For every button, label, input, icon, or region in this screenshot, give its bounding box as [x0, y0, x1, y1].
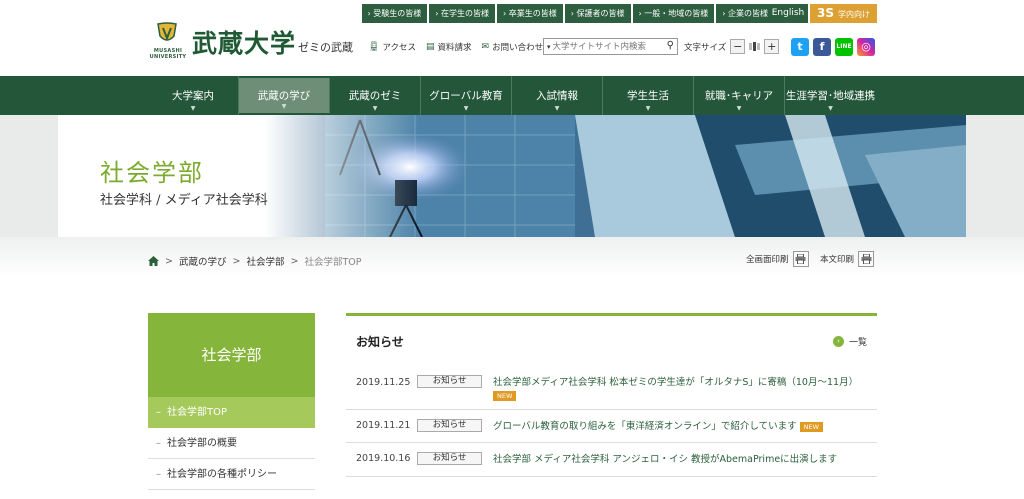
contact-link[interactable]: ✉ お問い合わせ [482, 41, 544, 53]
new-badge: NEW [493, 390, 517, 401]
news-category: お知らせ [417, 375, 482, 388]
facebook-icon[interactable]: f [813, 38, 831, 56]
news-date: 2019.11.25 [356, 377, 411, 388]
audience-link-public[interactable]: › 一般・地域の皆様 [632, 4, 715, 23]
home-icon[interactable] [148, 256, 159, 266]
chevron-down-icon: ▼ [372, 105, 378, 112]
news-item: 2019.10.16 お知らせ 社会学部 メディア社会学科 アンジェロ・イシ 教… [346, 443, 877, 477]
news-item: 2019.11.21 お知らせ グローバル教育の取り組みを「東洋経済オンライン」… [346, 410, 877, 443]
gnav-item-admissions[interactable]: 入試情報 ▼ [512, 76, 603, 115]
gnav-item-seminars[interactable]: 武蔵のゼミ ▼ [330, 76, 421, 115]
breadcrumb-separator: > [232, 255, 241, 267]
news-category: お知らせ [417, 419, 482, 432]
site-search: ▾ ⚲ [543, 38, 678, 55]
page-hero: 社会学部 社会学科 / メディア社会学科 [0, 115, 1024, 237]
train-icon: 🚆︎ [368, 42, 380, 52]
breadcrumb-separator: > [165, 255, 173, 267]
news-link[interactable]: 社会学部メディア社会学科 松本ゼミの学生達が「オルタナS」に寄稿（10月～11月… [493, 376, 868, 402]
news-link[interactable]: グローバル教育の取り組みを「東洋経済オンライン」で紹介しています NEW [493, 420, 868, 433]
page-subtitle: 社会学科 / メディア社会学科 [100, 193, 268, 208]
document-icon: ▤ [426, 42, 435, 52]
gnav-item-lifelong[interactable]: 生涯学習･地域連携 ▼ [785, 76, 876, 115]
news-more-link[interactable]: › 一覧 [832, 335, 867, 348]
search-icon[interactable]: ⚲ [667, 40, 674, 51]
gnav-item-student-life[interactable]: 学生生活 ▼ [603, 76, 694, 115]
news-heading: お知らせ [356, 335, 404, 349]
breadcrumb-current: 社会学部TOP [304, 257, 362, 268]
side-menu-title: 社会学部 [148, 313, 315, 397]
chevron-down-icon: ▼ [281, 103, 287, 110]
search-scope-dropdown[interactable]: ▾ [544, 43, 553, 51]
print-full-button[interactable]: 全画面印刷 [746, 251, 809, 267]
chevron-down-icon: ▼ [463, 105, 469, 112]
news-date: 2019.11.21 [356, 420, 411, 431]
breadcrumb-separator: > [290, 255, 299, 267]
access-link[interactable]: 🚆︎ アクセス [368, 41, 416, 53]
news-link[interactable]: 社会学部 メディア社会学科 アンジェロ・イシ 教授がAbemaPrimeに出演し… [493, 453, 868, 466]
chevron-down-icon: ▼ [828, 105, 833, 112]
emblem-icon [157, 22, 177, 41]
gnav-item-learning[interactable]: 武蔵の学び ▼ [239, 78, 330, 113]
breadcrumb: > 武蔵の学び > 社会学部 > 社会学部TOP [148, 254, 361, 268]
audience-link-parents[interactable]: › 保護者の皆様 [564, 4, 631, 23]
gnav-item-career[interactable]: 就職･キャリア ▼ [694, 76, 785, 115]
print-body-button[interactable]: 本文印刷 [820, 251, 875, 267]
audience-link-companies[interactable]: › 企業の皆様 [716, 4, 774, 23]
hero-banner: 社会学部 社会学科 / メディア社会学科 [58, 115, 966, 237]
breadcrumb-link-sociology[interactable]: 社会学部 [246, 254, 284, 268]
news-category: お知らせ [417, 452, 482, 465]
search-input[interactable] [552, 39, 653, 54]
site-header: MUSASHI UNIVERSITY 武蔵大学 ゼミの武蔵 › 受験生の皆様 ›… [0, 0, 1024, 76]
hero-photo [265, 115, 966, 237]
chevron-down-icon: ▼ [736, 105, 742, 112]
page-title: 社会学部 [100, 159, 204, 187]
arrow-right-icon: › [832, 336, 844, 347]
chevron-down-icon: ▼ [645, 105, 651, 112]
side-item-policies[interactable]: – 社会学部の各種ポリシー [148, 459, 315, 490]
utility-links: 🚆︎ アクセス ▤ 資料請求 ✉ お問い合わせ [368, 39, 553, 55]
instagram-icon[interactable]: ◎ [857, 38, 875, 56]
global-nav: 大学案内 ▼ 武蔵の学び ▼ 武蔵のゼミ ▼ グローバル教育 ▼ 入試情報 ▼ 学生生活 ▼… [0, 76, 1024, 115]
english-button[interactable]: English [768, 4, 808, 23]
font-decrease-button[interactable]: − [730, 39, 746, 54]
audience-link-prospective[interactable]: › 受験生の皆様 [361, 4, 428, 23]
breadcrumb-link-learning[interactable]: 武蔵の学び [179, 254, 227, 268]
news-item: 2019.11.25 お知らせ 社会学部メディア社会学科 松本ゼミの学生達が「オ… [346, 366, 877, 410]
gnav-item-global[interactable]: グローバル教育 ▼ [421, 76, 512, 115]
font-size-control: 文字サイズ − + [684, 39, 780, 54]
logo-tagline: ゼミの武蔵 [298, 41, 353, 54]
audience-link-students[interactable]: › 在学生の皆様 [429, 4, 495, 23]
new-badge: NEW [799, 421, 824, 432]
side-item-top[interactable]: – 社会学部TOP [148, 397, 315, 428]
mail-icon: ✉ [481, 42, 490, 52]
news-section: お知らせ › 一覧 2019.11.25 お知らせ 社会学部メディア社会学科 松本… [346, 313, 877, 499]
campus-internal-button[interactable]: 3S 学内向け [810, 4, 877, 23]
font-size-indicator [749, 42, 761, 51]
audience-link-alumni[interactable]: › 卒業生の皆様 [497, 4, 563, 23]
line-icon[interactable]: LINE [835, 38, 853, 56]
logo-japanese: 武蔵大学 [192, 29, 297, 58]
chevron-down-icon: ▼ [554, 105, 560, 112]
logo-english: MUSASHI UNIVERSITY [149, 48, 187, 60]
font-size-label: 文字サイズ [684, 42, 727, 53]
sns-links: t f LINE ◎ [791, 38, 875, 56]
brochure-link[interactable]: ▤ 資料請求 [426, 41, 472, 53]
chevron-down-icon: ▼ [190, 105, 196, 112]
audience-nav: › 受験生の皆様 › 在学生の皆様 › 卒業生の皆様 › 保護者の皆様 › 一般… [361, 4, 774, 23]
side-item-overview[interactable]: – 社会学部の概要 [148, 428, 315, 459]
printer-icon [858, 251, 875, 267]
campus-mark: 3S [817, 6, 834, 20]
twitter-icon[interactable]: t [791, 38, 809, 56]
font-increase-button[interactable]: + [764, 39, 780, 54]
printer-icon [792, 251, 809, 267]
gnav-item-about[interactable]: 大学案内 ▼ [148, 76, 239, 115]
news-date: 2019.10.16 [356, 453, 411, 464]
